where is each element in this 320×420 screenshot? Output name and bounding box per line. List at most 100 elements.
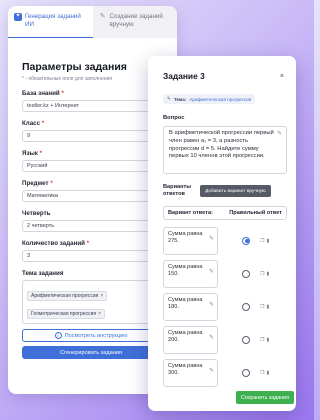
subject-select[interactable]: Математика — [22, 190, 160, 202]
question-textarea[interactable]: В арифметической прогрессии первый член … — [163, 126, 287, 174]
variants-header: Вариант ответа: Правильный ответ — [163, 206, 287, 220]
field-knowledge-base: База знаний * testler.kz + Интернет — [22, 90, 163, 112]
tab-manual-creation[interactable]: ✎ Создание заданий вручную — [93, 6, 178, 38]
pencil-icon[interactable]: ✎ — [277, 131, 282, 139]
answer-row: Сумма равна 150. ✎ ❐ ▮ — [163, 259, 296, 288]
topic-chip-label: Арифметическая прогрессия — [31, 293, 99, 299]
required-mark: * — [61, 90, 64, 97]
sparkle-icon: ✦ — [14, 13, 22, 21]
view-instruction-label: Посмотреть инструкцию — [64, 332, 128, 339]
answer-actions: ❐ ▮ — [260, 370, 269, 376]
answer-input[interactable]: Сумма равна 180. ✎ — [163, 292, 218, 321]
answer-input[interactable]: Сумма равна 150. ✎ — [163, 259, 218, 288]
field-language: Язык * Русский — [22, 150, 163, 172]
correct-radio[interactable] — [242, 269, 250, 278]
field-quarter: Четверть 2 четверть — [22, 210, 163, 232]
form-subtitle: * - обязательные поля для заполнения — [22, 76, 112, 82]
trash-icon[interactable]: ▮ — [266, 370, 269, 376]
pencil-icon[interactable]: ✎ — [209, 269, 214, 277]
save-tasks-button[interactable]: Сохранить задания — [236, 391, 294, 404]
copy-icon[interactable]: ❐ — [260, 238, 264, 244]
topic-label: Тема задания — [22, 270, 64, 277]
field-class: Класс * 9 — [22, 120, 163, 142]
subject-label: Предмет — [22, 180, 49, 187]
knowledge-base-input[interactable]: testler.kz + Интернет — [22, 100, 160, 112]
topic-prefix: Тема: — [173, 96, 187, 102]
correct-radio[interactable] — [242, 236, 250, 245]
correct-radio[interactable] — [242, 368, 250, 377]
quarter-label: Четверть — [22, 210, 51, 217]
copy-icon[interactable]: ❐ — [260, 304, 264, 310]
generate-button[interactable]: Сгенерировать задания — [22, 346, 160, 359]
language-label: Язык — [22, 150, 38, 157]
close-icon[interactable]: × — [98, 311, 101, 317]
required-mark: * — [50, 180, 53, 187]
class-label: Класс — [22, 120, 41, 127]
copy-icon[interactable]: ❐ — [260, 271, 264, 277]
answer-input[interactable]: Сумма равна 200. ✎ — [163, 325, 218, 354]
tag-icon: ✎ — [167, 96, 171, 101]
field-task-count: Количество заданий * 3 — [22, 240, 163, 262]
topic-chip: Геометрическая прогрессия × — [27, 309, 105, 319]
pencil-icon[interactable]: ✎ — [209, 236, 214, 244]
close-icon[interactable]: × — [100, 293, 103, 299]
knowledge-base-label: База знаний — [22, 90, 60, 97]
close-icon[interactable]: × — [280, 73, 284, 80]
copy-icon[interactable]: ❐ — [260, 337, 264, 343]
topic-chip: Арифметическая прогрессия × — [27, 291, 108, 301]
correct-radio[interactable] — [242, 335, 250, 344]
task-count-label: Количество заданий — [22, 240, 85, 247]
modal-header: Задание 3 × — [148, 56, 296, 81]
tab-ai-generation[interactable]: ✦ Генерация заданий ИИ — [8, 6, 93, 38]
field-subject: Предмет * Математика — [22, 180, 163, 202]
tab-bar: ✦ Генерация заданий ИИ ✎ Создание задани… — [8, 6, 177, 38]
form-title: Параметры задания — [22, 61, 127, 73]
answers-list: Сумма равна 275. ✎ ❐ ▮ Сумма равна 150. ✎ ❐… — [163, 226, 296, 387]
copy-icon[interactable]: ❐ — [260, 370, 264, 376]
trash-icon[interactable]: ▮ — [266, 271, 269, 277]
answer-text: Сумма равна 200. — [168, 329, 203, 344]
field-topic: Тема задания Арифметическая прогрессия × … — [22, 270, 163, 324]
variant-header-label: Вариант ответа: — [168, 210, 213, 216]
correct-radio[interactable] — [242, 302, 250, 311]
required-mark: * — [41, 120, 45, 127]
answer-text: Сумма равна 150. — [168, 263, 203, 278]
task-count-input[interactable]: 3 — [22, 250, 160, 262]
add-variant-button[interactable]: Добавить вариант вручную — [200, 185, 271, 197]
quarter-select[interactable]: 2 четверть — [22, 220, 160, 232]
variants-row: Варианты ответов Добавить вариант вручну… — [163, 184, 296, 198]
answer-text: Сумма равна 275. — [168, 230, 203, 245]
answer-row: Сумма равна 200. ✎ ❐ ▮ — [163, 325, 296, 354]
required-mark: * — [86, 240, 90, 247]
answer-row: Сумма равна 300. ✎ ❐ ▮ — [163, 358, 296, 387]
pencil-icon[interactable]: ✎ — [209, 302, 214, 310]
question-text: В арифметической прогрессии первый член … — [169, 130, 274, 160]
answer-actions: ❐ ▮ — [260, 271, 269, 277]
trash-icon[interactable]: ▮ — [266, 304, 269, 310]
pencil-icon[interactable]: ✎ — [209, 368, 214, 376]
pencil-icon[interactable]: ✎ — [209, 335, 214, 343]
correct-header-label: Правильный ответ — [229, 210, 282, 216]
answer-row: Сумма равна 180. ✎ ❐ ▮ — [163, 292, 296, 321]
view-instruction-button[interactable]: i Посмотреть инструкцию — [22, 329, 160, 342]
tab-manual-creation-label: Создание заданий вручную — [109, 13, 163, 28]
topic-badge: ✎ Тема: Арифметическая прогрессия — [163, 94, 256, 104]
class-select[interactable]: 9 — [22, 130, 160, 142]
language-select[interactable]: Русский — [22, 160, 160, 172]
trash-icon[interactable]: ▮ — [266, 337, 269, 343]
answer-input[interactable]: Сумма равна 275. ✎ — [163, 226, 218, 255]
pencil-icon: ✎ — [99, 13, 106, 21]
task-modal: Задание 3 × ✎ Тема: Арифметическая прогр… — [148, 56, 296, 411]
answer-actions: ❐ ▮ — [260, 238, 269, 244]
topic-value: Арифметическая прогрессия — [189, 96, 252, 102]
topic-multiselect[interactable]: Арифметическая прогрессия × Геометрическа… — [22, 280, 160, 324]
answer-input[interactable]: Сумма равна 300. ✎ — [163, 358, 218, 387]
variants-label: Варианты ответов — [163, 184, 192, 197]
modal-title: Задание 3 — [163, 71, 205, 81]
answer-actions: ❐ ▮ — [260, 304, 269, 310]
trash-icon[interactable]: ▮ — [266, 238, 269, 244]
question-label: Вопрос — [163, 115, 185, 121]
answer-actions: ❐ ▮ — [260, 337, 269, 343]
tab-ai-generation-label: Генерация заданий ИИ — [25, 13, 81, 28]
topic-chip-label: Геометрическая прогрессия — [31, 311, 97, 317]
